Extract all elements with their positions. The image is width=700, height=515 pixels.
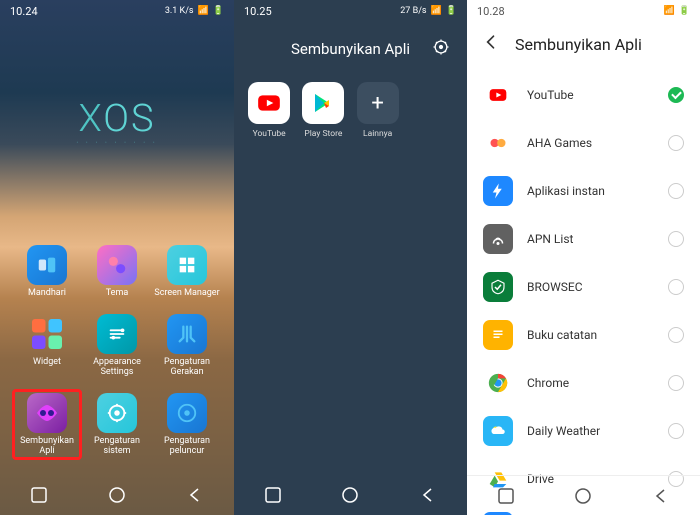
navbar <box>467 475 700 515</box>
app-row-chrome[interactable]: Chrome <box>467 359 700 407</box>
navbar <box>234 475 467 515</box>
apn-list-icon <box>483 224 513 254</box>
app-row-apn-list[interactable]: APN List <box>467 215 700 263</box>
app-widget[interactable]: Widget <box>12 310 82 381</box>
app-row-aplikasi-instan[interactable]: Aplikasi instan <box>467 167 700 215</box>
statusbar: 10.28 📶 🔋 <box>467 0 700 22</box>
nav-recent[interactable] <box>263 485 283 505</box>
select-radio[interactable] <box>668 231 684 247</box>
signal-text: 3.1 K/s <box>165 6 194 16</box>
app-screen-manager[interactable]: Screen Manager <box>152 241 222 302</box>
buku-catatan-icon <box>483 320 513 350</box>
battery-icon: 🔋 <box>446 6 457 16</box>
aha-games-icon <box>483 128 513 158</box>
screen-hide-apps: 10.25 27 B/s 📶 🔋 Sembunyikan Apli YouTub… <box>234 0 467 515</box>
app-label: Chrome <box>527 376 654 390</box>
app-label: Daily Weather <box>527 424 654 438</box>
signal-icon: 📶 <box>431 6 442 16</box>
back-icon[interactable] <box>481 32 501 57</box>
app-row-buku-catatan[interactable]: Buku catatan <box>467 311 700 359</box>
nav-home[interactable] <box>107 485 127 505</box>
page-title: Sembunyikan Apli <box>515 35 642 54</box>
status-icons: 📶 🔋 <box>664 6 690 16</box>
app-row-browsec[interactable]: BROWSEC <box>467 263 700 311</box>
clock: 10.28 <box>477 5 505 18</box>
app-label: Aplikasi instan <box>527 184 654 198</box>
clock: 10.25 <box>244 5 272 18</box>
browsec-icon <box>483 272 513 302</box>
status-icons: 27 B/s 📶 🔋 <box>400 6 457 16</box>
nav-home[interactable] <box>340 485 360 505</box>
app-pengaturan-peluncur[interactable]: Pengaturan peluncur <box>152 389 222 460</box>
nav-back[interactable] <box>651 486 671 506</box>
select-radio[interactable] <box>668 183 684 199</box>
signal-icon: 📶 <box>198 6 209 16</box>
select-radio[interactable] <box>668 279 684 295</box>
nav-recent[interactable] <box>496 486 516 506</box>
nav-back[interactable] <box>418 485 438 505</box>
status-icons: 3.1 K/s 📶 🔋 <box>165 6 224 16</box>
app-mandhari[interactable]: Mandhari <box>12 241 82 302</box>
select-radio[interactable] <box>668 423 684 439</box>
select-radio[interactable] <box>668 327 684 343</box>
daily-weather-icon <box>483 416 513 446</box>
nav-recent[interactable] <box>29 485 49 505</box>
select-radio[interactable] <box>668 375 684 391</box>
xos-logo: XOS · · · · · · · · · <box>0 97 234 147</box>
app-pengaturan-gerakan[interactable]: Pengaturan Gerakan <box>152 310 222 381</box>
statusbar: 10.25 27 B/s 📶 🔋 <box>234 0 467 22</box>
app-label: APN List <box>527 232 654 246</box>
app-label: YouTube <box>527 88 654 102</box>
statusbar: 10.24 3.1 K/s 📶 🔋 <box>0 0 234 22</box>
youtube-icon <box>483 80 513 110</box>
battery-icon: 🔋 <box>679 6 690 16</box>
app-youtube[interactable]: YouTube <box>246 82 292 139</box>
hidden-app-grid: YouTube Play Store +Lainnya <box>234 68 467 153</box>
navbar <box>0 475 234 515</box>
clock: 10.24 <box>10 5 38 18</box>
app-row-daily-weather[interactable]: Daily Weather <box>467 407 700 455</box>
home-app-grid: Mandhari Tema Screen Manager Widget Appe… <box>0 241 234 460</box>
app-play-store[interactable]: Play Store <box>300 82 346 139</box>
app-pengaturan-sistem[interactable]: Pengaturan sistem <box>82 389 152 460</box>
app-more[interactable]: +Lainnya <box>355 82 401 139</box>
nav-back[interactable] <box>185 485 205 505</box>
app-tema[interactable]: Tema <box>82 241 152 302</box>
app-label: BROWSEC <box>527 280 654 294</box>
screen-home: 10.24 3.1 K/s 📶 🔋 XOS · · · · · · · · · … <box>0 0 234 515</box>
nav-home[interactable] <box>573 486 593 506</box>
app-label: AHA Games <box>527 136 654 150</box>
select-radio[interactable] <box>668 135 684 151</box>
chrome-icon <box>483 368 513 398</box>
select-apps-header: Sembunyikan Apli <box>467 22 700 67</box>
app-sembunyikan-apli[interactable]: Sembunyikan Apli <box>12 389 82 460</box>
app-appearance-settings[interactable]: Appearance Settings <box>82 310 152 381</box>
aplikasi-instan-icon <box>483 176 513 206</box>
signal-icon: 📶 <box>664 6 675 16</box>
signal-text: 27 B/s <box>400 6 426 16</box>
battery-icon: 🔋 <box>213 6 224 16</box>
app-label: Buku catatan <box>527 328 654 342</box>
app-row-youtube[interactable]: YouTube <box>467 71 700 119</box>
settings-icon[interactable] <box>431 37 451 61</box>
app-row-aha-games[interactable]: AHA Games <box>467 119 700 167</box>
page-title: Sembunyikan Apli <box>291 40 410 58</box>
hide-apps-header: Sembunyikan Apli <box>234 22 467 68</box>
select-radio[interactable] <box>668 87 684 103</box>
app-list: YouTube AHA Games Aplikasi instan APN List B… <box>467 67 700 515</box>
screen-select-apps: 10.28 📶 🔋 Sembunyikan Apli YouTube AHA Ga… <box>467 0 700 515</box>
